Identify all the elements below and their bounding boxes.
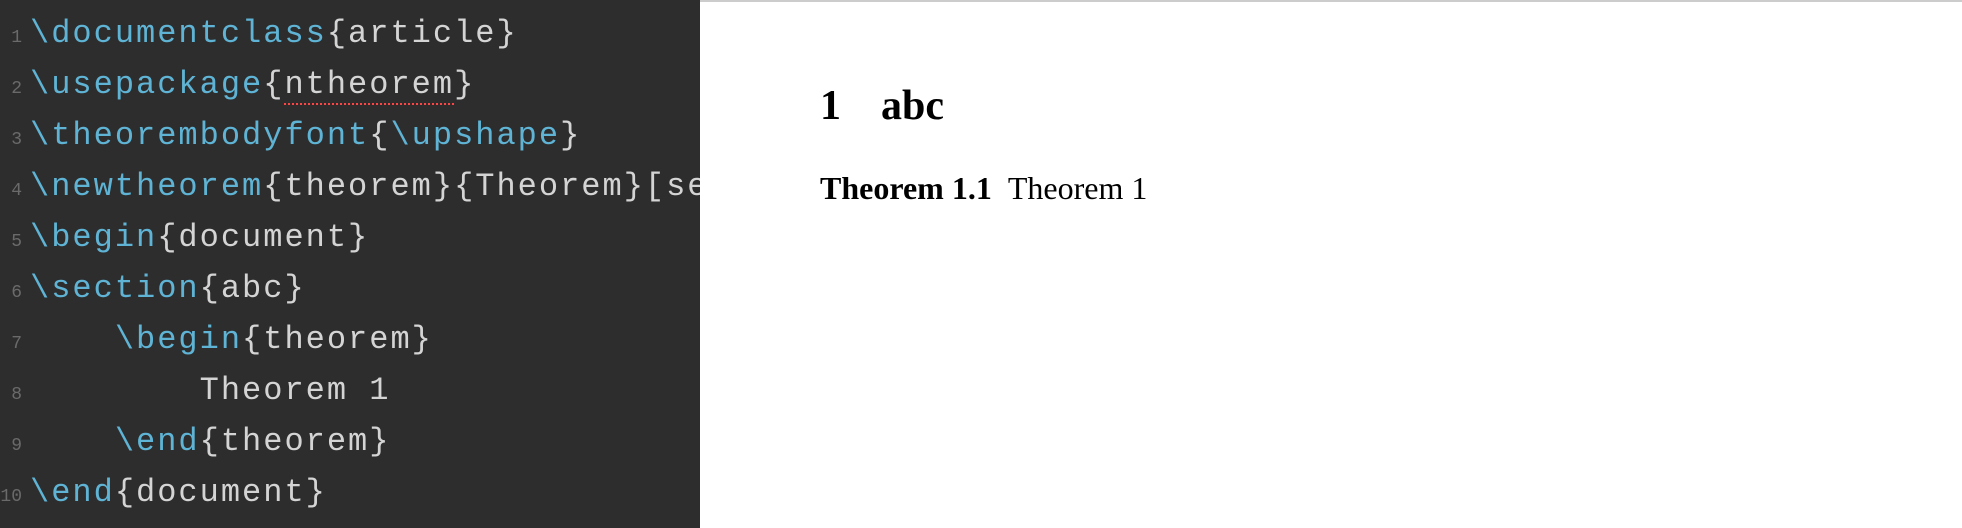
line-number: 8: [0, 370, 30, 421]
theorem-body: Theorem 1: [1000, 170, 1148, 206]
code-content[interactable]: \begin{theorem}: [30, 314, 700, 365]
code-token: \newtheorem: [30, 168, 263, 205]
code-token: {: [263, 168, 284, 205]
section-heading: 1 abc: [820, 82, 1962, 130]
section-number: 1: [820, 82, 841, 130]
code-content[interactable]: \theorembodyfont{\upshape}: [30, 110, 700, 161]
code-token: }: [496, 15, 517, 52]
code-line[interactable]: 9 \end{theorem}: [0, 416, 700, 467]
code-token: \section: [30, 270, 200, 307]
code-line[interactable]: 6\section{abc}: [0, 263, 700, 314]
code-content[interactable]: \usepackage{ntheorem}: [30, 59, 700, 110]
theorem-label: Theorem 1.1: [820, 170, 992, 206]
code-line[interactable]: 2\usepackage{ntheorem}: [0, 59, 700, 110]
code-token: {: [200, 423, 221, 460]
code-line[interactable]: 8 Theorem 1: [0, 365, 700, 416]
line-number: 4: [0, 166, 30, 217]
line-number: 7: [0, 319, 30, 370]
code-token: \end: [115, 423, 200, 460]
line-number: 2: [0, 64, 30, 115]
code-line[interactable]: 4\newtheorem{theorem}{Theorem}[section]: [0, 161, 700, 212]
code-line[interactable]: 1\documentclass{article}: [0, 8, 700, 59]
code-token: {: [263, 66, 284, 103]
code-token: {: [115, 474, 136, 511]
code-token: theorem: [284, 168, 432, 205]
code-content[interactable]: \begin{document}: [30, 212, 700, 263]
code-token: {: [327, 15, 348, 52]
code-token: theorem: [263, 321, 411, 358]
code-token: ntheorem: [284, 66, 454, 105]
line-number: 3: [0, 115, 30, 166]
code-content[interactable]: \end{theorem}: [30, 416, 700, 467]
code-token: }: [284, 270, 305, 307]
code-token: {: [200, 270, 221, 307]
code-content[interactable]: \end{document}: [30, 467, 700, 518]
line-number: 5: [0, 217, 30, 268]
code-token: \usepackage: [30, 66, 263, 103]
code-content[interactable]: \newtheorem{theorem}{Theorem}[section]: [30, 161, 700, 212]
code-line[interactable]: 7 \begin{theorem}: [0, 314, 700, 365]
code-editor-pane[interactable]: 1\documentclass{article}2\usepackage{nth…: [0, 0, 700, 528]
code-token: }: [454, 66, 475, 103]
code-token: }: [306, 474, 327, 511]
code-token: document: [136, 474, 306, 511]
code-line[interactable]: 10\end{document}: [0, 467, 700, 518]
section-title: abc: [881, 83, 944, 129]
line-number: 9: [0, 421, 30, 472]
line-number: 10: [0, 472, 30, 523]
code-token: {: [157, 219, 178, 256]
code-token: \end: [30, 474, 115, 511]
code-token: }: [412, 321, 433, 358]
code-token: }: [369, 423, 390, 460]
code-token: \begin: [115, 321, 242, 358]
code-token: {: [242, 321, 263, 358]
theorem-block: Theorem 1.1 Theorem 1: [820, 170, 1962, 207]
code-token: \begin: [30, 219, 157, 256]
code-content[interactable]: \section{abc}: [30, 263, 700, 314]
code-content[interactable]: \documentclass{article}: [30, 8, 700, 59]
code-token: }{: [433, 168, 475, 205]
code-token: }: [348, 219, 369, 256]
code-line[interactable]: 5\begin{document}: [0, 212, 700, 263]
code-token: \documentclass: [30, 15, 327, 52]
code-token: Theorem: [475, 168, 623, 205]
code-token: {: [369, 117, 390, 154]
code-token: section: [666, 168, 700, 205]
code-token: [30, 423, 115, 460]
code-token: Theorem 1: [30, 372, 390, 409]
code-token: [30, 321, 115, 358]
line-number: 6: [0, 268, 30, 319]
code-line[interactable]: 3\theorembodyfont{\upshape}: [0, 110, 700, 161]
code-token: }[: [624, 168, 666, 205]
line-number: 1: [0, 13, 30, 64]
code-content[interactable]: Theorem 1: [30, 365, 700, 416]
code-token: theorem: [221, 423, 369, 460]
code-token: article: [348, 15, 496, 52]
pdf-preview-pane: 1 abc Theorem 1.1 Theorem 1: [700, 0, 1962, 528]
code-token: document: [178, 219, 348, 256]
code-token: }: [560, 117, 581, 154]
code-token: \theorembodyfont: [30, 117, 369, 154]
code-token: abc: [221, 270, 285, 307]
code-token: \upshape: [390, 117, 560, 154]
